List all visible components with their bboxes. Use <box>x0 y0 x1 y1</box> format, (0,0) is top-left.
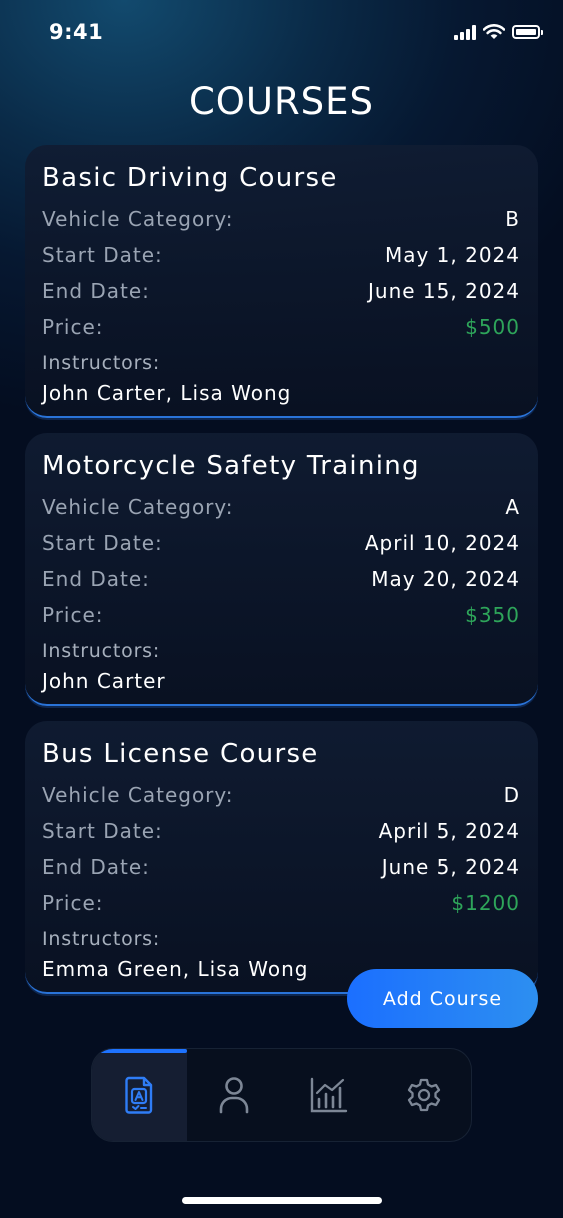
wifi-icon <box>483 24 505 39</box>
course-card[interactable]: Basic Driving Course Vehicle Category: B… <box>25 145 538 418</box>
start-date-value: April 5, 2024 <box>378 819 520 843</box>
end-date-row: End Date: May 20, 2024 <box>42 561 520 597</box>
vehicle-category-row: Vehicle Category: D <box>42 777 520 813</box>
tab-courses[interactable] <box>92 1049 187 1141</box>
price-row: Price: $500 <box>42 309 520 345</box>
page-title: COURSES <box>188 80 375 123</box>
gear-icon <box>407 1078 440 1112</box>
price-label: Price: <box>42 315 104 339</box>
home-indicator <box>182 1197 382 1204</box>
end-date-label: End Date: <box>42 855 150 879</box>
vehicle-category-value: D <box>503 783 520 807</box>
end-date-value: June 5, 2024 <box>381 855 520 879</box>
price-label: Price: <box>42 891 104 915</box>
price-value: $350 <box>465 603 520 627</box>
start-date-row: Start Date: April 5, 2024 <box>42 813 520 849</box>
add-course-button[interactable]: Add Course <box>347 969 538 1028</box>
price-row: Price: $1200 <box>42 885 520 921</box>
end-date-value: May 20, 2024 <box>371 567 520 591</box>
user-icon <box>219 1077 249 1114</box>
battery-icon <box>512 25 543 39</box>
tab-settings[interactable] <box>376 1049 471 1141</box>
bottom-tab-bar <box>91 1048 472 1142</box>
price-value: $1200 <box>451 891 520 915</box>
instructors-label: Instructors: <box>42 352 161 374</box>
start-date-value: May 1, 2024 <box>384 243 520 267</box>
instructors-value: John Carter <box>42 669 166 693</box>
course-card[interactable]: Motorcycle Safety Training Vehicle Categ… <box>25 433 538 706</box>
instructors-value: John Carter, Lisa Wong <box>42 381 292 405</box>
price-label: Price: <box>42 603 104 627</box>
end-date-value: June 15, 2024 <box>368 279 520 303</box>
start-date-row: Start Date: April 10, 2024 <box>42 525 520 561</box>
start-date-value: April 10, 2024 <box>364 531 520 555</box>
instructors-label: Instructors: <box>42 928 161 950</box>
status-time: 9:41 <box>49 20 104 44</box>
vehicle-category-row: Vehicle Category: B <box>42 201 520 237</box>
status-bar: 9:41 <box>0 0 563 70</box>
tab-statistics[interactable] <box>282 1049 377 1141</box>
end-date-label: End Date: <box>42 567 150 591</box>
vehicle-category-value: B <box>505 207 520 231</box>
chart-icon <box>310 1077 348 1113</box>
license-icon <box>125 1076 153 1114</box>
instructors-label: Instructors: <box>42 640 161 662</box>
vehicle-category-row: Vehicle Category: A <box>42 489 520 525</box>
start-date-row: Start Date: May 1, 2024 <box>42 237 520 273</box>
start-date-label: Start Date: <box>42 243 163 267</box>
start-date-label: Start Date: <box>42 531 163 555</box>
course-card[interactable]: Bus License Course Vehicle Category: D S… <box>25 721 538 994</box>
vehicle-category-label: Vehicle Category: <box>42 495 234 519</box>
course-title: Bus License Course <box>42 739 319 769</box>
end-date-row: End Date: June 5, 2024 <box>42 849 520 885</box>
vehicle-category-label: Vehicle Category: <box>42 783 234 807</box>
end-date-label: End Date: <box>42 279 150 303</box>
tab-profile[interactable] <box>187 1049 282 1141</box>
start-date-label: Start Date: <box>42 819 163 843</box>
vehicle-category-label: Vehicle Category: <box>42 207 234 231</box>
status-icons <box>454 24 543 40</box>
price-value: $500 <box>465 315 520 339</box>
course-title: Basic Driving Course <box>42 163 338 193</box>
vehicle-category-value: A <box>505 495 520 519</box>
course-title: Motorcycle Safety Training <box>42 451 420 481</box>
price-row: Price: $350 <box>42 597 520 633</box>
end-date-row: End Date: June 15, 2024 <box>42 273 520 309</box>
cellular-signal-icon <box>454 24 476 40</box>
